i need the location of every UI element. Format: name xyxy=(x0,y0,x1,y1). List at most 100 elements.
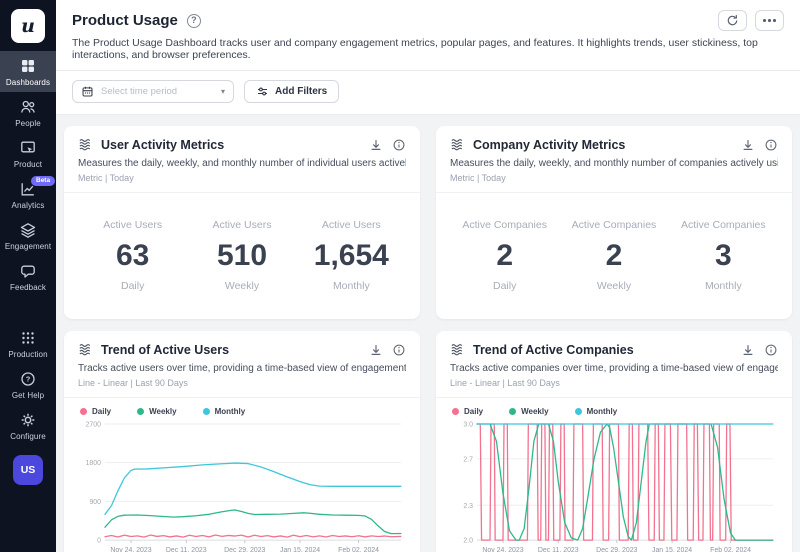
sidebar-item-configure[interactable]: Configure xyxy=(0,405,56,446)
legend-item-weekly[interactable]: Weekly xyxy=(137,407,176,416)
user-avatar[interactable]: US xyxy=(13,455,43,485)
chevron-down-icon: ▾ xyxy=(221,87,225,96)
legend-label: Weekly xyxy=(521,407,548,416)
metric-value: 2 xyxy=(450,239,559,273)
main-area: Product Usage ? The Product Usage Dashbo… xyxy=(56,0,800,552)
sidebar-label: Analytics xyxy=(12,201,45,210)
legend-label: Daily xyxy=(92,407,111,416)
product-icon xyxy=(19,139,37,157)
dashboard-grid: User Activity Metrics Measures the daily… xyxy=(56,115,800,552)
legend-item-daily[interactable]: Daily xyxy=(80,407,111,416)
download-icon[interactable] xyxy=(741,138,755,152)
card-user-activity-metrics: User Activity Metrics Measures the daily… xyxy=(64,126,420,319)
info-icon[interactable] xyxy=(764,138,778,152)
legend-item-weekly[interactable]: Weekly xyxy=(509,407,548,416)
sidebar-item-production[interactable]: Production xyxy=(0,323,56,364)
line-chart-active-companies[interactable]: 2.02.32.73.0Nov 24, 2023Dec 11, 2023Dec … xyxy=(450,419,778,552)
waves-icon xyxy=(78,137,93,152)
sidebar-label: Engagement xyxy=(5,242,51,251)
sidebar-item-people[interactable]: People xyxy=(0,92,56,133)
more-icon xyxy=(763,19,776,22)
page-title: Product Usage xyxy=(72,12,178,29)
sidebar-label: Configure xyxy=(10,432,46,441)
feedback-icon xyxy=(19,262,37,280)
legend-item-monthly[interactable]: Monthly xyxy=(203,407,246,416)
page-help-icon[interactable]: ? xyxy=(187,14,201,28)
svg-text:2.3: 2.3 xyxy=(463,503,473,510)
sidebar-label: Get Help xyxy=(12,391,44,400)
metric-label: Active Companies xyxy=(450,219,559,231)
filter-bar: Select time period ▾ Add Filters xyxy=(56,71,800,115)
metric-daily: Active Companies 2 Daily xyxy=(450,219,559,292)
info-icon[interactable] xyxy=(392,138,406,152)
info-icon[interactable] xyxy=(764,343,778,357)
sidebar-label: Dashboards xyxy=(6,78,50,87)
metric-weekly: Active Users 510 Weekly xyxy=(187,219,296,292)
sidebar-item-dashboards[interactable]: Dashboards xyxy=(0,51,56,92)
card-description: Measures the daily, weekly, and monthly … xyxy=(450,158,778,169)
card-meta: Line - Linear | Last 90 Days xyxy=(78,378,406,388)
download-icon[interactable] xyxy=(369,343,383,357)
card-company-activity-metrics: Company Activity Metrics Measures the da… xyxy=(436,126,792,319)
metric-value: 3 xyxy=(669,239,778,273)
production-icon xyxy=(19,329,37,347)
svg-text:2.7: 2.7 xyxy=(463,456,473,463)
refresh-icon xyxy=(726,14,739,27)
info-icon[interactable] xyxy=(392,343,406,357)
metric-value: 510 xyxy=(187,239,296,273)
svg-text:Feb 02, 2024: Feb 02, 2024 xyxy=(710,547,751,552)
legend-item-daily[interactable]: Daily xyxy=(452,407,483,416)
metrics-row: Active Companies 2 Daily Active Companie… xyxy=(450,193,778,292)
svg-text:Dec 29, 2023: Dec 29, 2023 xyxy=(596,547,637,552)
card-meta: Metric | Today xyxy=(450,173,778,183)
card-description: Measures the daily, weekly, and monthly … xyxy=(78,158,406,169)
sidebar-item-feedback[interactable]: Feedback xyxy=(0,256,56,297)
card-title: User Activity Metrics xyxy=(101,138,224,152)
line-chart-active-users[interactable]: 090018002700Nov 24, 2023Dec 11, 2023Dec … xyxy=(78,419,406,552)
divider xyxy=(64,397,420,398)
legend-dot xyxy=(575,408,582,415)
chart-legend: Daily Weekly Monthly xyxy=(80,407,404,416)
metric-label: Active Users xyxy=(78,219,187,231)
sidebar-item-product[interactable]: Product xyxy=(0,133,56,174)
svg-text:Dec 11, 2023: Dec 11, 2023 xyxy=(538,547,579,552)
card-meta: Line - Linear | Last 90 Days xyxy=(450,378,778,388)
svg-text:?: ? xyxy=(26,375,31,384)
svg-text:0: 0 xyxy=(97,538,101,545)
sidebar-item-engagement[interactable]: Engagement xyxy=(0,215,56,256)
sidebar-item-get-help[interactable]: ? Get Help xyxy=(0,364,56,405)
card-description: Tracks active companies over time, provi… xyxy=(450,363,778,374)
refresh-button[interactable] xyxy=(718,10,747,31)
svg-text:Dec 11, 2023: Dec 11, 2023 xyxy=(166,547,207,552)
more-options-button[interactable] xyxy=(755,10,784,31)
metric-daily: Active Users 63 Daily xyxy=(78,219,187,292)
card-title: Trend of Active Users xyxy=(101,343,229,357)
legend-label: Monthly xyxy=(587,407,618,416)
add-filters-button[interactable]: Add Filters xyxy=(244,80,339,103)
download-icon[interactable] xyxy=(741,343,755,357)
metric-period: Daily xyxy=(450,280,559,292)
metric-label: Active Users xyxy=(297,219,406,231)
time-period-placeholder: Select time period xyxy=(101,86,214,97)
divider xyxy=(436,397,792,398)
metric-label: Active Companies xyxy=(559,219,668,231)
metric-period: Daily xyxy=(78,280,187,292)
time-period-select[interactable]: Select time period ▾ xyxy=(72,80,234,103)
sidebar-label: Production xyxy=(8,350,47,359)
sidebar-item-analytics[interactable]: Beta Analytics xyxy=(0,174,56,215)
sidebar: u Dashboards People Product Beta xyxy=(0,0,56,552)
legend-label: Weekly xyxy=(149,407,176,416)
metric-value: 1,654 xyxy=(297,239,406,273)
waves-icon xyxy=(450,137,465,152)
metric-monthly: Active Users 1,654 Monthly xyxy=(297,219,406,292)
metric-period: Weekly xyxy=(559,280,668,292)
metric-period: Monthly xyxy=(669,280,778,292)
userpilot-logo[interactable]: u xyxy=(11,9,45,43)
sidebar-label: Feedback xyxy=(10,283,46,292)
download-icon[interactable] xyxy=(369,138,383,152)
sidebar-label: Product xyxy=(14,160,42,169)
legend-item-monthly[interactable]: Monthly xyxy=(575,407,618,416)
svg-text:2.0: 2.0 xyxy=(463,538,473,545)
engagement-icon xyxy=(19,221,37,239)
metric-label: Active Companies xyxy=(669,219,778,231)
